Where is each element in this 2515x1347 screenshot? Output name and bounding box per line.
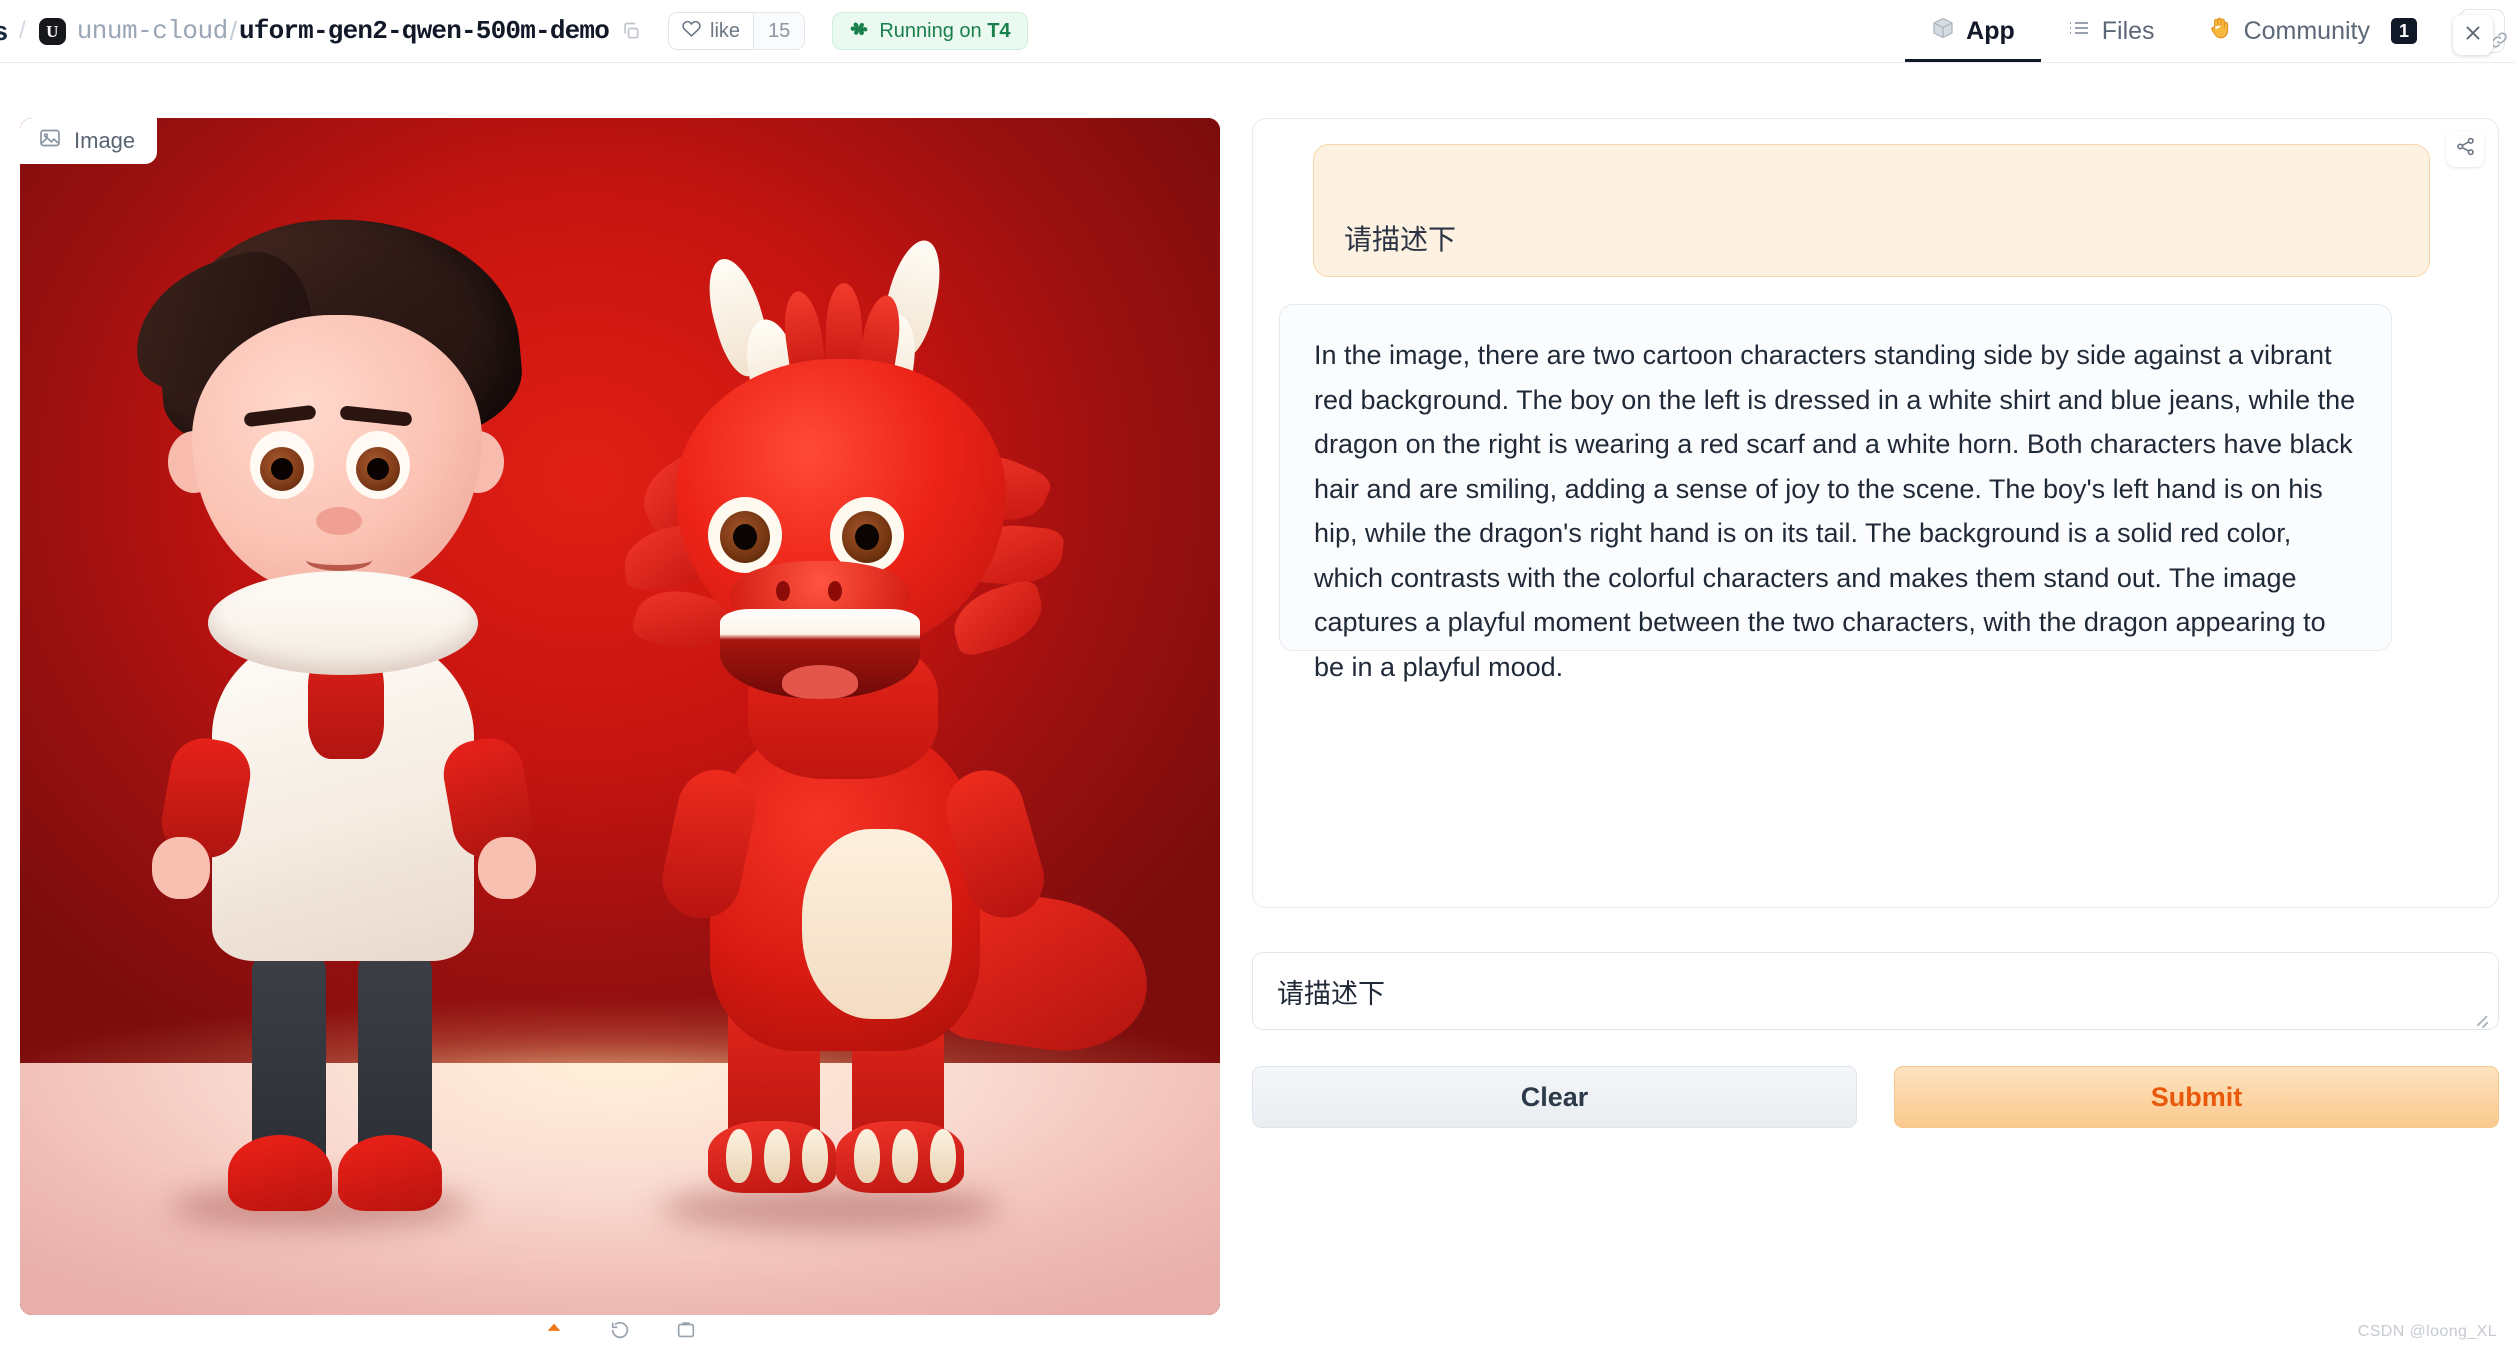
upload-icon[interactable] <box>543 1319 565 1346</box>
breadcrumb-separator: / <box>19 17 26 44</box>
org-name-link[interactable]: unum-cloud <box>77 16 229 46</box>
path-slash: / <box>229 15 237 46</box>
close-image-button[interactable] <box>2453 15 2493 55</box>
prompt-input-value[interactable]: 请描述下 <box>1277 972 1385 1011</box>
repo-name-link[interactable]: uform-gen2-qwen-500m-demo <box>239 16 610 46</box>
prompt-bubble: 请描述下 <box>1313 144 2430 277</box>
tab-files[interactable]: Files <box>2041 0 2181 62</box>
app-header: s / U unum-cloud / uform-gen2-qwen-500m-… <box>0 0 2515 63</box>
image-toolbar <box>20 1318 1220 1347</box>
tab-app[interactable]: App <box>1905 0 2041 62</box>
tab-app-label: App <box>1966 16 2015 45</box>
like-count[interactable]: 15 <box>753 13 805 49</box>
answer-box: In the image, there are two cartoon char… <box>1279 304 2392 682</box>
status-hardware: T4 <box>987 19 1011 42</box>
share-icon <box>2455 136 2476 162</box>
prompt-input[interactable]: 请描述下 <box>1252 952 2499 1030</box>
status-prefix: Running on <box>879 19 988 42</box>
output-card: 请描述下 In the image, there are two cartoon… <box>1252 118 2499 908</box>
close-icon <box>2462 22 2484 49</box>
answer-text: In the image, there are two cartoon char… <box>1314 340 2356 682</box>
cube-icon <box>1931 16 1955 47</box>
status-text: Running on T4 <box>879 20 1010 43</box>
generated-image <box>20 118 1220 1315</box>
undo-icon[interactable] <box>609 1319 631 1346</box>
header-nav-tabs: App Files Community 1 <box>1905 0 2515 62</box>
heart-icon <box>681 18 702 45</box>
tab-community-label: Community <box>2243 16 2370 45</box>
image-tab-label: Image <box>74 128 136 153</box>
share-button[interactable] <box>2446 131 2484 167</box>
character-dragon <box>580 209 1158 1219</box>
copy-icon[interactable] <box>621 21 641 41</box>
wave-hand-icon <box>2207 15 2233 48</box>
like-group[interactable]: like 15 <box>668 12 806 50</box>
submit-button[interactable]: Submit <box>1894 1066 2499 1128</box>
resize-handle[interactable] <box>2474 1007 2492 1028</box>
partial-breadcrumb-text: s <box>0 16 8 47</box>
watermark: CSDN @loong_XL <box>2357 1323 2497 1340</box>
clear-button[interactable]: Clear <box>1252 1066 1857 1128</box>
tab-files-label: Files <box>2101 16 2155 45</box>
files-icon <box>2067 16 2091 47</box>
like-button[interactable]: like <box>669 13 753 49</box>
header-left-group: s / U unum-cloud / uform-gen2-qwen-500m-… <box>0 0 1028 62</box>
image-display-panel[interactable] <box>20 118 1220 1315</box>
org-avatar[interactable]: U <box>38 17 66 45</box>
like-label: like <box>710 19 741 42</box>
clipboard-icon[interactable] <box>675 1319 697 1346</box>
community-badge: 1 <box>2390 17 2417 45</box>
org-avatar-letter: U <box>46 21 59 41</box>
fan-icon <box>849 18 869 44</box>
character-boy <box>118 203 560 1219</box>
action-button-row: Clear Submit <box>1252 1066 2499 1128</box>
status-badge: Running on T4 <box>832 12 1028 50</box>
image-icon <box>38 126 62 156</box>
image-panel-tab[interactable]: Image <box>20 118 158 164</box>
tab-community[interactable]: Community 1 <box>2181 0 2443 62</box>
prompt-text: 请描述下 <box>1344 224 1457 255</box>
